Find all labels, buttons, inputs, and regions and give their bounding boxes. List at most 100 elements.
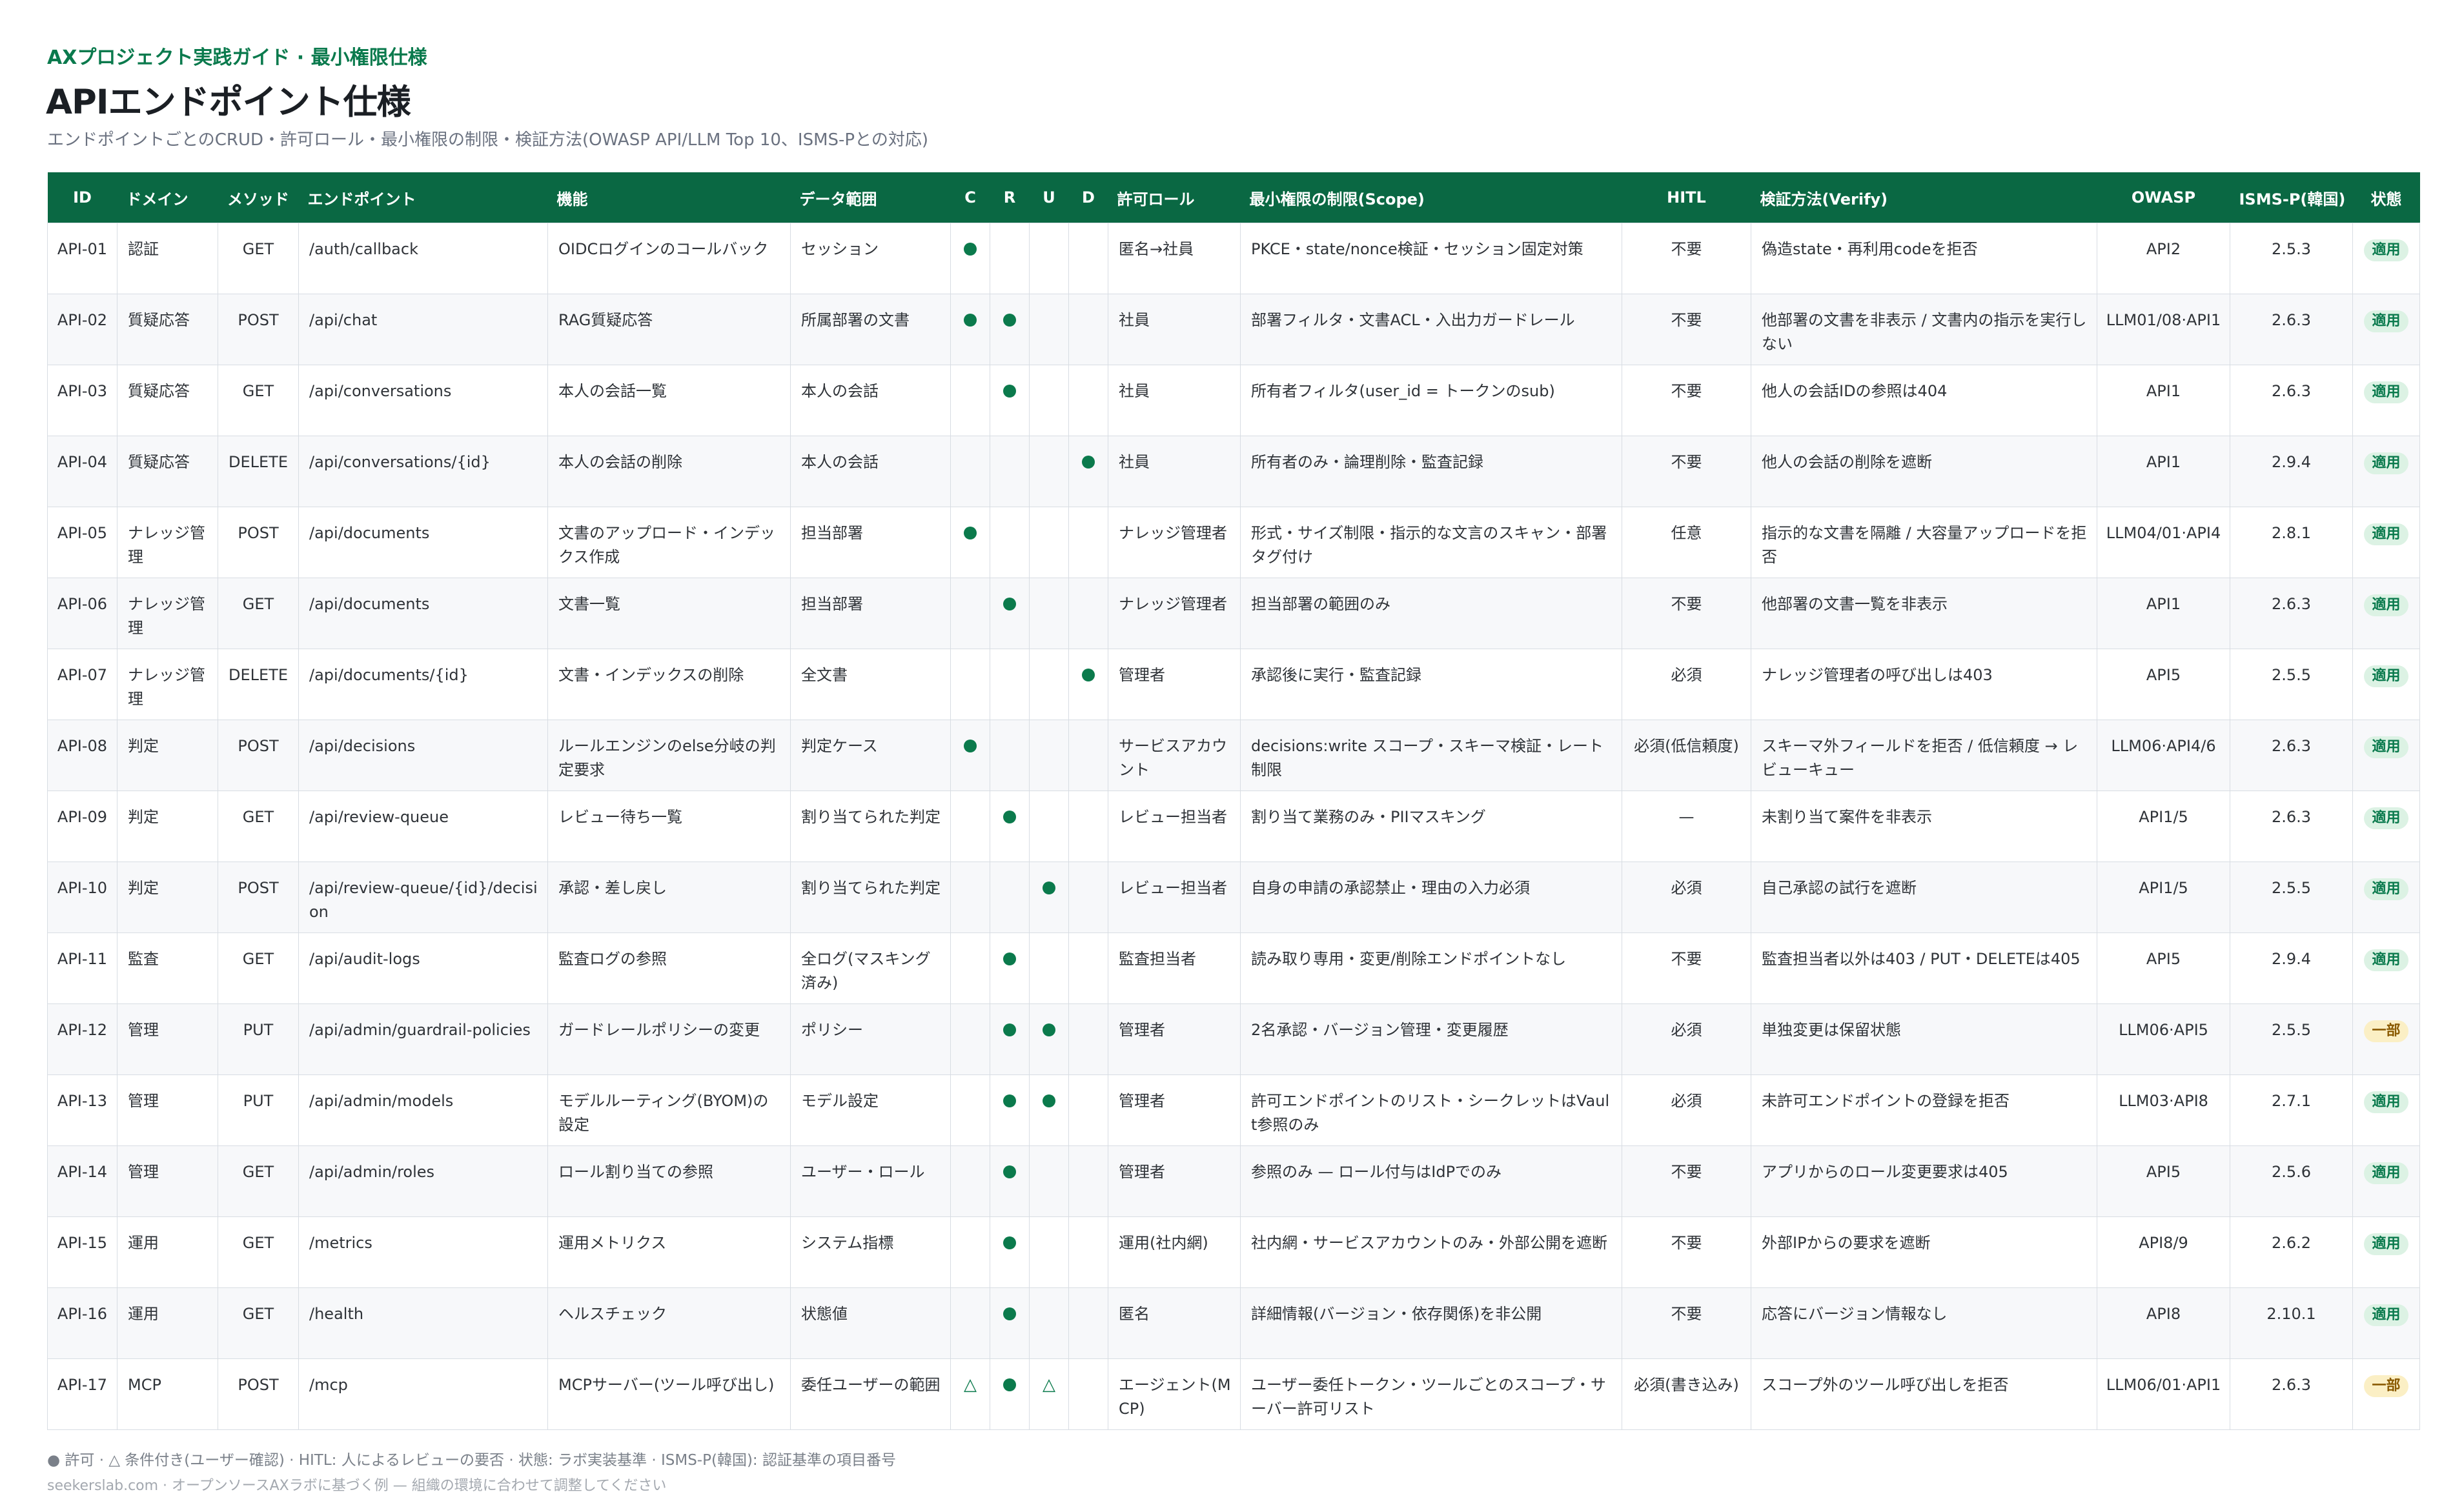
status-badge: 一部: [2364, 1375, 2408, 1397]
cell-function: 文書のアップロード・インデックス作成: [547, 507, 791, 578]
col-header-function: 機能: [547, 172, 791, 223]
cell-verify: 自己承認の試行を遮断: [1751, 862, 2097, 933]
cell-hitl: 必須: [1622, 1003, 1751, 1075]
cell-read: [990, 365, 1030, 436]
cell-create: [950, 294, 990, 365]
cell-create: [950, 578, 990, 649]
cell-verify: 単独変更は保留状態: [1751, 1003, 2097, 1075]
cell-scope: ユーザー委任トークン・ツールごとのスコープ・サーバー許可リスト: [1240, 1358, 1622, 1430]
cell-create: [950, 1216, 990, 1288]
table-row: API-17 MCP POST/mcp MCPサーバー(ツール呼び出し) 委任ユーザーの…: [47, 1358, 2420, 1430]
col-header-method: メソッド: [218, 172, 299, 223]
cell-hitl: —: [1622, 791, 1751, 862]
cell-hitl: 必須: [1622, 1074, 1751, 1146]
table-row: API-04 質疑応答 DELETE/api/conversations/{id} 本…: [47, 436, 2420, 507]
status-badge: 適用: [2364, 949, 2408, 971]
cell-verify: 外部IPからの要求を遮断: [1751, 1216, 2097, 1288]
cell-delete: [1068, 649, 1108, 720]
page-subtitle: エンドポイントごとのCRUD・許可ロール・最小権限の制限・検証方法(OWASP …: [47, 130, 928, 150]
cell-id: API-04: [47, 436, 117, 507]
cell-hitl: 不要: [1622, 365, 1751, 436]
cell-isms: 2.5.5: [2230, 1003, 2353, 1075]
cell-delete: [1068, 223, 1108, 294]
cell-id: API-01: [47, 223, 117, 294]
cell-role: 管理者: [1108, 1074, 1241, 1146]
cell-function: モデルルーティング(BYOM)の設定: [547, 1074, 791, 1146]
cell-domain: ナレッジ管理: [117, 649, 218, 720]
cell-create: [950, 1003, 990, 1075]
cell-status: 適用: [2352, 223, 2420, 294]
cell-method: DELETE: [218, 436, 299, 507]
cell-domain: 質疑応答: [117, 365, 218, 436]
cell-status: 適用: [2352, 862, 2420, 933]
cell-data-scope: 判定ケース: [790, 720, 951, 791]
cell-isms: 2.9.4: [2230, 932, 2353, 1004]
cell-domain: MCP: [117, 1358, 218, 1430]
cell-scope: 社内網・サービスアカウントのみ・外部公開を遮断: [1240, 1216, 1622, 1288]
cell-endpoint: /health: [298, 1287, 548, 1359]
cell-status: 適用: [2352, 932, 2420, 1004]
table-row: API-07 ナレッジ管理 DELETE/api/documents/{id} 文書・…: [47, 649, 2420, 720]
cell-id: API-17: [47, 1358, 117, 1430]
cell-isms: 2.6.3: [2230, 365, 2353, 436]
table-row: API-11 監査 GET/api/audit-logs 監査ログの参照 全ログ(マスキ…: [47, 932, 2420, 1004]
cell-scope: 割り当て業務のみ・PIIマスキング: [1240, 791, 1622, 862]
cell-scope: 部署フィルタ・文書ACL・入出力ガードレール: [1240, 294, 1622, 365]
cell-owasp: LLM01/08·API1: [2097, 294, 2230, 365]
cell-domain: 質疑応答: [117, 436, 218, 507]
cell-endpoint: /api/review-queue: [298, 791, 548, 862]
cell-id: API-15: [47, 1216, 117, 1288]
allowed-mark: [1003, 1023, 1016, 1036]
cell-isms: 2.6.3: [2230, 578, 2353, 649]
table-body: API-01 認証 GET/auth/callback OIDCログインのコールバック…: [47, 223, 2420, 1430]
cell-delete: [1068, 436, 1108, 507]
cell-status: 一部: [2352, 1003, 2420, 1075]
cell-domain: 判定: [117, 720, 218, 791]
cell-data-scope: 全文書: [790, 649, 951, 720]
cell-method: GET: [218, 1145, 299, 1217]
allowed-mark: [1003, 811, 1016, 823]
cell-update: [1029, 1074, 1069, 1146]
page-title: APIエンドポイント仕様: [46, 83, 411, 122]
cell-role: ナレッジ管理者: [1108, 507, 1241, 578]
cell-owasp: API1: [2097, 436, 2230, 507]
cell-role: 運用(社内網): [1108, 1216, 1241, 1288]
cell-delete: [1068, 365, 1108, 436]
cell-method: DELETE: [218, 649, 299, 720]
table-header-row: ID ドメイン メソッド エンドポイント 機能 データ範囲 C R U D 許可…: [47, 172, 2420, 223]
cell-verify: 他人の会話の削除を遮断: [1751, 436, 2097, 507]
cell-read: [990, 507, 1030, 578]
cell-read: [990, 294, 1030, 365]
cell-update: [1029, 507, 1069, 578]
col-header-id: ID: [47, 172, 117, 223]
cell-create: [950, 862, 990, 933]
cell-read: [990, 791, 1030, 862]
cell-hitl: 必須(書き込み): [1622, 1358, 1751, 1430]
cell-data-scope: セッション: [790, 223, 951, 294]
cell-create: [950, 1074, 990, 1146]
cell-data-scope: 本人の会話: [790, 365, 951, 436]
cell-isms: 2.8.1: [2230, 507, 2353, 578]
cell-domain: 管理: [117, 1003, 218, 1075]
cell-delete: [1068, 1145, 1108, 1217]
cell-method: POST: [218, 720, 299, 791]
cell-function: ルールエンジンのelse分岐の判定要求: [547, 720, 791, 791]
status-badge: 適用: [2364, 878, 2408, 900]
cell-role: 匿名→社員: [1108, 223, 1241, 294]
status-badge: 適用: [2364, 665, 2408, 687]
cell-read: [990, 932, 1030, 1004]
cell-status: 適用: [2352, 1287, 2420, 1359]
cell-verify: 未割り当て案件を非表示: [1751, 791, 2097, 862]
cell-read: [990, 1287, 1030, 1359]
cell-delete: [1068, 1287, 1108, 1359]
table-row: API-02 質疑応答 POST/api/chat RAG質疑応答 所属部署の文書 社員部…: [47, 294, 2420, 365]
cell-hitl: 不要: [1622, 1145, 1751, 1217]
cell-create: [950, 649, 990, 720]
cell-read: [990, 1145, 1030, 1217]
allowed-mark: [1043, 1094, 1055, 1107]
cell-function: 監査ログの参照: [547, 932, 791, 1004]
status-badge: 適用: [2364, 1233, 2408, 1255]
cell-hitl: 必須(低信頼度): [1622, 720, 1751, 791]
cell-id: API-09: [47, 791, 117, 862]
cell-function: 文書・インデックスの削除: [547, 649, 791, 720]
